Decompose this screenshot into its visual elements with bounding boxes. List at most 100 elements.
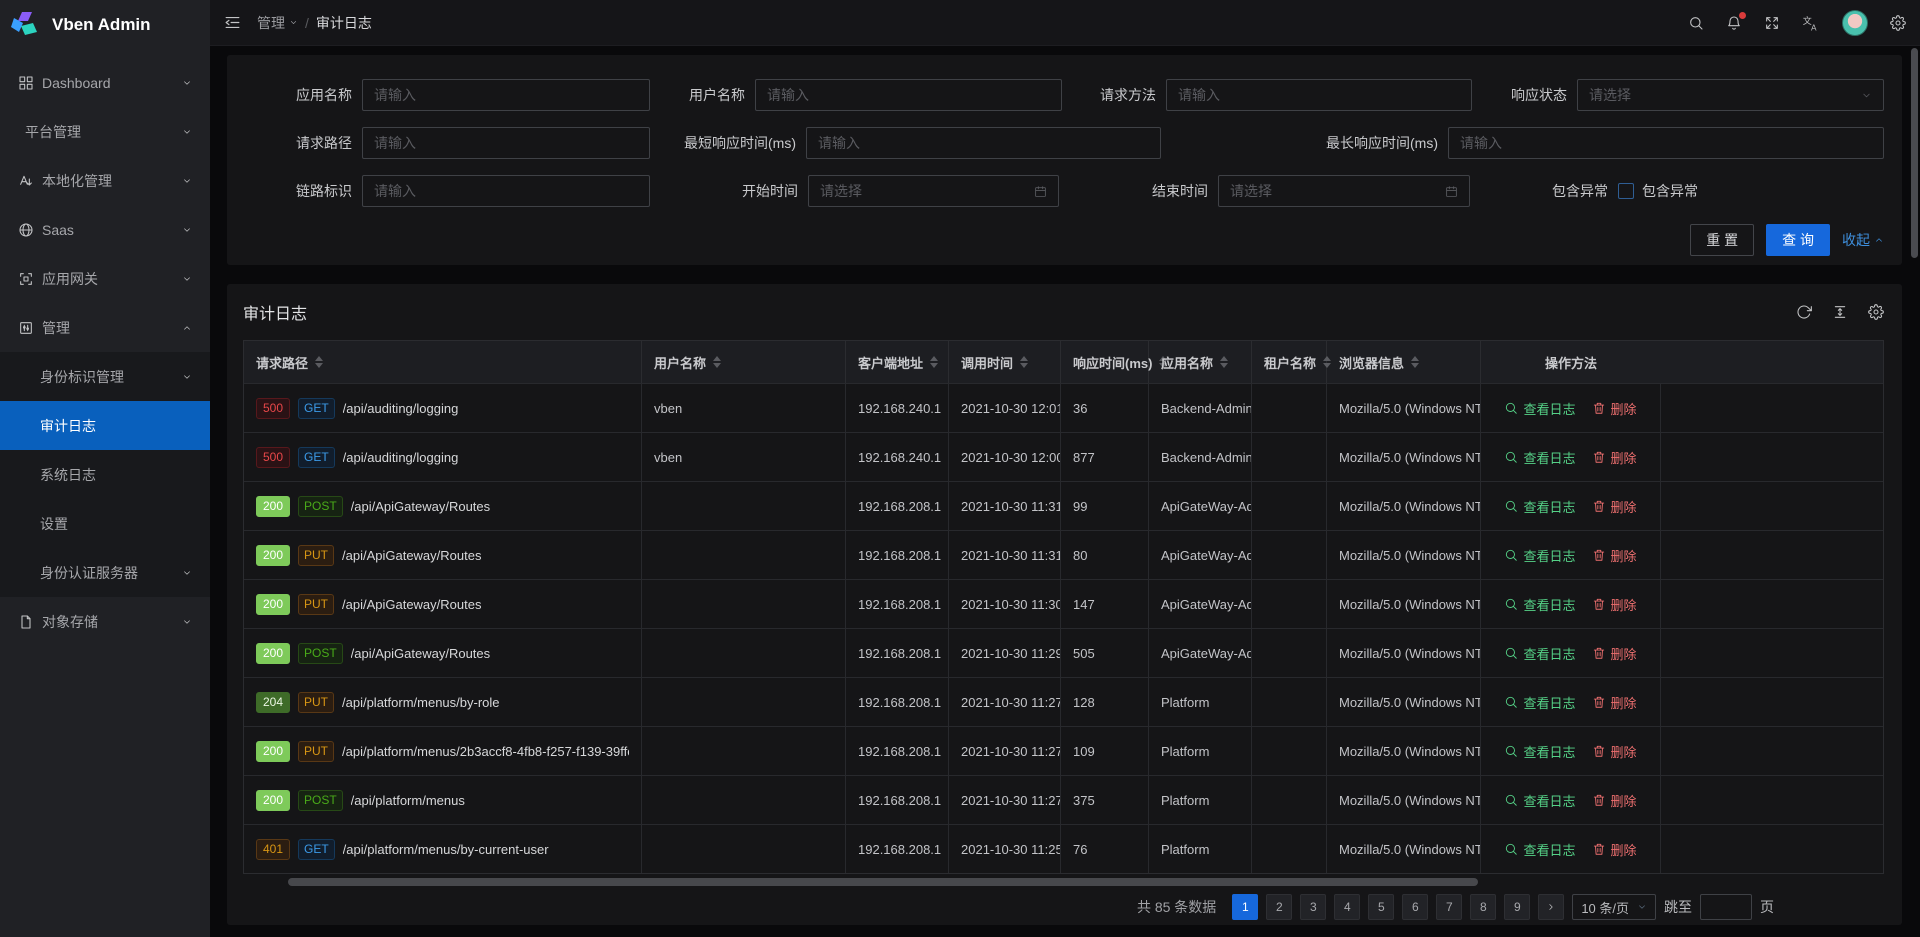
view-log-button[interactable]: 查看日志 [1504, 546, 1575, 565]
sidebar-item-audit-log[interactable]: 审计日志 [0, 401, 210, 450]
column-header-client-address[interactable]: 客户端地址 [846, 341, 949, 383]
page-button-6[interactable]: 6 [1402, 894, 1428, 920]
column-settings-gear-icon[interactable] [1868, 304, 1884, 320]
page-button-5[interactable]: 5 [1368, 894, 1394, 920]
view-log-button[interactable]: 查看日志 [1504, 644, 1575, 663]
table-row[interactable]: 500 GET /api/auditing/logging vben 192.1… [244, 383, 1883, 432]
sort-icon[interactable] [930, 352, 938, 372]
page-button-2[interactable]: 2 [1266, 894, 1292, 920]
translate-icon[interactable]: 文A [1802, 14, 1820, 32]
min-response-time-input[interactable] [806, 127, 1161, 159]
sidebar-item-object-storage[interactable]: 对象存储 [0, 597, 210, 646]
request-path-input[interactable] [362, 127, 650, 159]
start-time-picker[interactable]: 请选择 [808, 175, 1059, 207]
delete-button[interactable]: 删除 [1592, 595, 1637, 614]
jump-page-input[interactable] [1700, 894, 1752, 920]
logo[interactable]: Vben Admin [0, 0, 210, 50]
page-button-1[interactable]: 1 [1232, 894, 1258, 920]
view-log-button[interactable]: 查看日志 [1504, 399, 1575, 418]
http-method-input[interactable] [1166, 79, 1472, 111]
horizontal-scrollbar-thumb[interactable] [288, 878, 1478, 886]
table-row[interactable]: 200 PUT /api/platform/menus/2b3accf8-4fb… [244, 726, 1883, 775]
view-log-button[interactable]: 查看日志 [1504, 693, 1575, 712]
column-header-actions: 操作方法 [1481, 341, 1661, 383]
table-row[interactable]: 204 PUT /api/platform/menus/by-role 192.… [244, 677, 1883, 726]
view-log-button[interactable]: 查看日志 [1504, 791, 1575, 810]
svg-text:A: A [1811, 23, 1817, 32]
page-button-3[interactable]: 3 [1300, 894, 1326, 920]
delete-button[interactable]: 删除 [1592, 840, 1637, 859]
view-log-button[interactable]: 查看日志 [1504, 742, 1575, 761]
sort-icon[interactable] [1020, 352, 1028, 372]
fullscreen-icon[interactable] [1764, 15, 1780, 31]
column-header-request-path[interactable]: 请求路径 [244, 341, 642, 383]
column-header-call-time[interactable]: 调用时间 [949, 341, 1061, 383]
max-response-time-input[interactable] [1448, 127, 1884, 159]
delete-button[interactable]: 删除 [1592, 742, 1637, 761]
sort-icon[interactable] [315, 352, 323, 372]
column-header-response-time[interactable]: 响应时间(ms) [1061, 341, 1149, 383]
settings-gear-icon[interactable] [1890, 15, 1906, 31]
breadcrumb-parent[interactable]: 管理 [257, 13, 298, 33]
page-button-4[interactable]: 4 [1334, 894, 1360, 920]
delete-button[interactable]: 删除 [1592, 644, 1637, 663]
sidebar-item-system-log[interactable]: 系统日志 [0, 450, 210, 499]
user-name-input[interactable] [755, 79, 1062, 111]
view-log-button[interactable]: 查看日志 [1504, 595, 1575, 614]
trace-id-input[interactable] [362, 175, 650, 207]
view-log-button[interactable]: 查看日志 [1504, 497, 1575, 516]
table-row[interactable]: 200 POST /api/ApiGateway/Routes 192.168.… [244, 481, 1883, 530]
column-header-tenant-name[interactable]: 租户名称 [1252, 341, 1327, 383]
has-exception-checkbox[interactable] [1618, 183, 1634, 199]
sidebar-item-identity-management[interactable]: 身份标识管理 [0, 352, 210, 401]
table-row[interactable]: 200 POST /api/platform/menus 192.168.208… [244, 775, 1883, 824]
sort-icon[interactable] [1220, 352, 1228, 372]
response-status-select[interactable]: 请选择 [1577, 79, 1884, 111]
delete-button[interactable]: 删除 [1592, 448, 1637, 467]
sidebar-item-admin[interactable]: 管理 [0, 303, 210, 352]
search-icon[interactable] [1688, 15, 1704, 31]
delete-button[interactable]: 删除 [1592, 497, 1637, 516]
table-row[interactable]: 500 GET /api/auditing/logging vben 192.1… [244, 432, 1883, 481]
delete-button[interactable]: 删除 [1592, 791, 1637, 810]
delete-button[interactable]: 删除 [1592, 546, 1637, 565]
sidebar-item-saas[interactable]: Saas [0, 205, 210, 254]
end-time-picker[interactable]: 请选择 [1218, 175, 1470, 207]
table-row[interactable]: 200 PUT /api/ApiGateway/Routes 192.168.2… [244, 579, 1883, 628]
trash-icon [1592, 744, 1606, 758]
view-log-button[interactable]: 查看日志 [1504, 448, 1575, 467]
column-header-user-name[interactable]: 用户名称 [642, 341, 846, 383]
table-row[interactable]: 200 POST /api/ApiGateway/Routes 192.168.… [244, 628, 1883, 677]
notification-bell-icon[interactable] [1726, 15, 1742, 31]
delete-button[interactable]: 删除 [1592, 693, 1637, 712]
view-log-button[interactable]: 查看日志 [1504, 840, 1575, 859]
next-page-button[interactable] [1538, 894, 1564, 920]
user-avatar[interactable] [1842, 10, 1868, 36]
horizontal-scrollbar[interactable] [243, 878, 1884, 886]
app-name-input[interactable] [362, 79, 650, 111]
vertical-scrollbar-thumb[interactable] [1911, 48, 1918, 258]
menu-fold-icon[interactable] [224, 14, 241, 31]
table-row[interactable]: 200 PUT /api/ApiGateway/Routes 192.168.2… [244, 530, 1883, 579]
refresh-icon[interactable] [1796, 304, 1812, 320]
column-header-app-name[interactable]: 应用名称 [1149, 341, 1252, 383]
page-button-8[interactable]: 8 [1470, 894, 1496, 920]
sidebar-item-platform[interactable]: 平台管理 [0, 107, 210, 156]
page-size-select[interactable]: 10 条/页 [1572, 894, 1656, 920]
page-button-9[interactable]: 9 [1504, 894, 1530, 920]
sort-icon[interactable] [1411, 352, 1419, 372]
sort-icon[interactable] [713, 352, 721, 372]
collapse-link[interactable]: 收起 [1842, 230, 1884, 250]
sidebar-item-dashboard[interactable]: Dashboard [0, 58, 210, 107]
column-header-browser-info[interactable]: 浏览器信息 [1327, 341, 1481, 383]
reset-button[interactable]: 重 置 [1690, 224, 1754, 256]
sidebar-item-settings[interactable]: 设置 [0, 499, 210, 548]
search-button[interactable]: 查 询 [1766, 224, 1830, 256]
sidebar-item-gateway[interactable]: 应用网关 [0, 254, 210, 303]
page-button-7[interactable]: 7 [1436, 894, 1462, 920]
sidebar-item-localization[interactable]: 本地化管理 [0, 156, 210, 205]
sidebar-item-identity-server[interactable]: 身份认证服务器 [0, 548, 210, 597]
table-row[interactable]: 401 GET /api/platform/menus/by-current-u… [244, 824, 1883, 873]
row-height-icon[interactable] [1832, 304, 1848, 320]
delete-button[interactable]: 删除 [1592, 399, 1637, 418]
